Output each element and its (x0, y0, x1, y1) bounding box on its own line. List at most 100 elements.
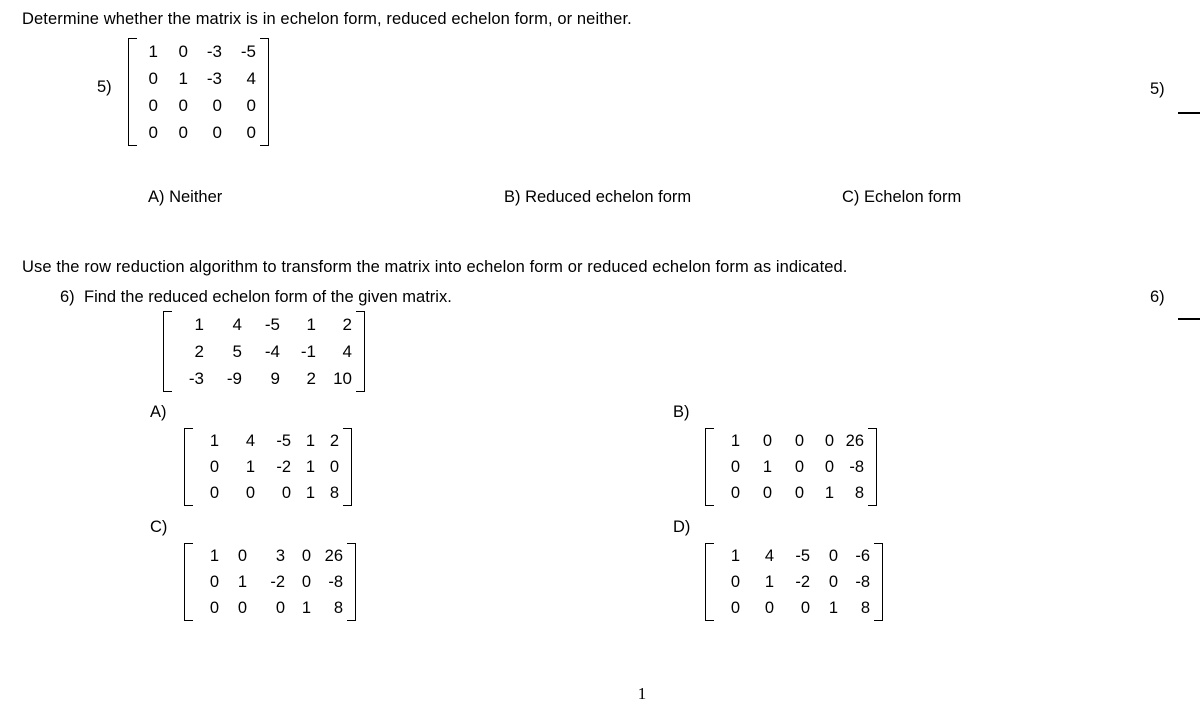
matrix-cell: 0 (730, 458, 740, 476)
question-6-answer-blank[interactable] (1178, 318, 1200, 320)
question-6-option-a-matrix[interactable]: 1 4 -5 1 2 0 1 -2 1 0 0 0 0 1 8 (184, 428, 352, 511)
matrix-bracket-right (868, 428, 877, 506)
matrix-cell: 1 (828, 599, 838, 617)
matrix-cell: -9 (226, 369, 242, 388)
matrix-cell: 1 (306, 315, 316, 334)
matrix: 1 4 -5 1 2 2 5 -4 -1 4 -3 -9 9 2 10 (163, 311, 365, 392)
matrix-cell: 4 (764, 547, 774, 565)
matrix-cell: 0 (824, 458, 834, 476)
matrix-cell: 0 (148, 69, 158, 88)
question-5-option-a[interactable]: A) Neither (148, 188, 222, 207)
question-6-option-c-matrix[interactable]: 1 0 3 0 26 0 1 -2 0 -8 0 0 0 1 8 (184, 543, 356, 626)
matrix-cell: -5 (276, 432, 291, 450)
matrix-cell: 0 (178, 96, 188, 115)
matrix-cell: 0 (794, 484, 804, 502)
matrix-cell: -8 (855, 573, 870, 591)
matrix-cell: 0 (800, 599, 810, 617)
matrix-cell: 0 (730, 573, 740, 591)
matrix-cell: 4 (342, 342, 352, 361)
matrix-cell: 0 (237, 547, 247, 565)
matrix-cell: 0 (730, 484, 740, 502)
question-6-option-a-label[interactable]: A) (150, 403, 167, 422)
matrix-cell: 5 (232, 342, 242, 361)
question-6-option-b-label[interactable]: B) (673, 403, 690, 422)
matrix: 1 4 -5 0 -6 0 1 -2 0 -8 0 0 0 1 8 (705, 543, 883, 621)
matrix-cell: 0 (794, 458, 804, 476)
matrix-cell: -3 (206, 69, 222, 88)
question-5-matrix: 1 0 -3 -5 0 1 -3 4 0 0 0 0 0 0 0 0 (128, 38, 269, 151)
option-label: B) (504, 188, 521, 206)
matrix-bracket-right (356, 311, 365, 392)
option-label: A) (148, 188, 165, 206)
option-text: Reduced echelon form (525, 188, 692, 206)
matrix-cell: 2 (342, 315, 352, 334)
matrix-cell: 0 (209, 573, 219, 591)
matrix-cell: 1 (305, 432, 315, 450)
matrix-cell: 1 (824, 484, 834, 502)
matrix-cell: 1 (148, 42, 158, 61)
matrix-row: 1 0 0 0 26 (716, 428, 866, 454)
section-2-instruction: Use the row reduction algorithm to trans… (22, 258, 848, 276)
matrix-cell: 0 (178, 123, 188, 142)
matrix-cell: 0 (246, 96, 256, 115)
matrix-cell: -2 (276, 458, 291, 476)
matrix: 1 0 0 0 26 0 1 0 0 -8 0 0 0 1 8 (705, 428, 877, 506)
matrix-cell: 8 (854, 484, 864, 502)
matrix-cell: 26 (845, 432, 864, 450)
question-5-answer-blank[interactable] (1178, 112, 1200, 114)
matrix-cell: 1 (764, 573, 774, 591)
matrix-cell: 2 (306, 369, 316, 388)
matrix-bracket-right (347, 543, 356, 621)
matrix-bracket-right (874, 543, 883, 621)
matrix-bracket-left (128, 38, 137, 146)
matrix-cell: 0 (824, 432, 834, 450)
matrix-cell: 8 (333, 599, 343, 617)
matrix-bracket-left (184, 428, 193, 506)
matrix-cell: 3 (275, 547, 285, 565)
question-6-option-d-label[interactable]: D) (673, 518, 690, 537)
matrix-cell: 0 (730, 599, 740, 617)
matrix-cell: 0 (281, 484, 291, 502)
matrix-cell: 8 (329, 484, 339, 502)
matrix-bracket-left (705, 428, 714, 506)
matrix-cell: 26 (324, 547, 343, 565)
matrix-cell: 4 (246, 69, 256, 88)
question-5-option-b[interactable]: B) Reduced echelon form (504, 188, 691, 207)
matrix-row: 0 1 -3 4 (139, 65, 258, 92)
matrix-row: 1 0 -3 -5 (139, 38, 258, 65)
matrix-cell: 0 (301, 547, 311, 565)
matrix: 1 4 -5 1 2 0 1 -2 1 0 0 0 0 1 8 (184, 428, 352, 506)
matrix-cell: 0 (762, 432, 772, 450)
matrix: 1 0 -3 -5 0 1 -3 4 0 0 0 0 0 0 0 0 (128, 38, 269, 146)
matrix-cell: 0 (209, 599, 219, 617)
matrix-bracket-left (163, 311, 172, 392)
option-text: Neither (169, 188, 223, 206)
matrix-cell: 0 (301, 573, 311, 591)
matrix-row: 0 0 0 1 8 (195, 595, 345, 621)
matrix-cell: -1 (300, 342, 316, 361)
matrix-cell: 1 (178, 69, 188, 88)
matrix-cell: 0 (246, 123, 256, 142)
matrix-bracket-right (260, 38, 269, 146)
matrix-bracket-left (705, 543, 714, 621)
question-6-option-d-matrix[interactable]: 1 4 -5 0 -6 0 1 -2 0 -8 0 0 0 1 8 (705, 543, 883, 626)
question-6-option-c-label[interactable]: C) (150, 518, 167, 537)
question-5-right-number: 5) (1150, 80, 1165, 98)
matrix-cell: 0 (178, 42, 188, 61)
matrix-cell: 1 (730, 547, 740, 565)
matrix-row: 0 1 -2 1 0 (195, 454, 341, 480)
matrix-cell: 1 (762, 458, 772, 476)
matrix-cell: -3 (188, 369, 204, 388)
question-6-option-b-matrix[interactable]: 1 0 0 0 26 0 1 0 0 -8 0 0 0 1 8 (705, 428, 877, 511)
matrix-cell: 4 (232, 315, 242, 334)
matrix-cell: 0 (209, 484, 219, 502)
question-5-option-c[interactable]: C) Echelon form (842, 188, 961, 207)
matrix-cell: 1 (305, 458, 315, 476)
matrix-row: 0 1 0 0 -8 (716, 454, 866, 480)
matrix-cell: 2 (194, 342, 204, 361)
matrix-cell: 0 (828, 573, 838, 591)
matrix-cell: -2 (795, 573, 810, 591)
matrix-cell: -8 (328, 573, 343, 591)
matrix-row: 0 0 0 1 8 (716, 480, 866, 506)
question-6-number: 6) (60, 288, 75, 306)
